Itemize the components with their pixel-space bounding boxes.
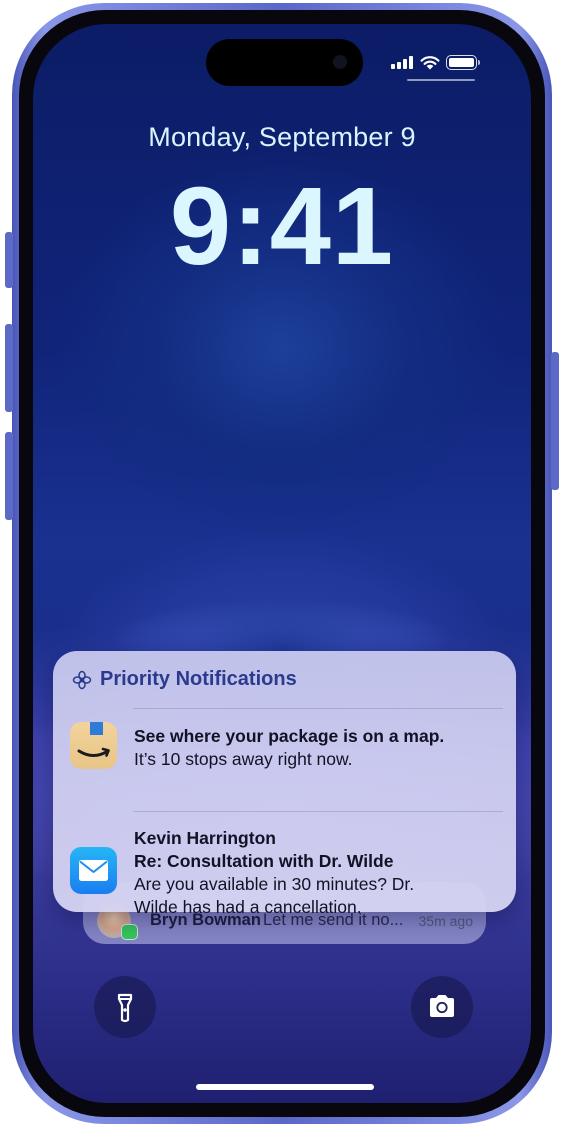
action-button [5, 232, 13, 288]
volume-up-button [5, 324, 13, 412]
battery-icon [446, 54, 480, 70]
side-power-button [551, 352, 559, 490]
flashlight-icon [117, 993, 133, 1023]
status-bar [391, 54, 480, 70]
sparkle-flower-icon [72, 670, 92, 689]
camera-icon [430, 995, 454, 1017]
lock-date: Monday, September 9 [148, 122, 416, 152]
amazon-app-icon [70, 722, 117, 769]
camera-button[interactable] [411, 976, 473, 1038]
priority-notifications-card[interactable]: Priority Notifications See where your pa… [53, 651, 516, 917]
flashlight-button[interactable] [94, 976, 156, 1038]
amazon-notification-title: See where your package is on a map. [134, 726, 445, 746]
mail-subject: Re: Consultation with Dr. Wilde [134, 851, 394, 871]
divider [133, 708, 503, 709]
mail-body-line-1: Are you available in 30 minutes? Dr. [134, 874, 415, 894]
home-indicator[interactable] [196, 1084, 374, 1090]
mail-sender: Kevin Harrington [134, 828, 276, 848]
priority-header: Priority Notifications [72, 668, 297, 691]
mail-notification[interactable]: Kevin Harrington Re: Consultation with D… [70, 827, 503, 927]
amazon-notification[interactable]: See where your package is on a map. It’s… [70, 719, 503, 803]
mail-body-line-2: Wilde has had a cancellation. [134, 897, 362, 917]
cellular-signal-icon [391, 55, 413, 69]
front-camera [333, 55, 347, 69]
volume-down-button [5, 432, 13, 520]
wifi-icon [420, 55, 440, 69]
mail-app-icon [70, 847, 117, 894]
divider [133, 811, 503, 812]
dynamic-island [206, 39, 363, 86]
priority-title: Priority Notifications [100, 668, 297, 690]
lock-time: 9:41 [169, 165, 395, 288]
status-indicator-line [407, 79, 475, 81]
lock-screen[interactable]: Monday, September 9 9:41 Bryn Bowman Let… [33, 24, 531, 1103]
amazon-notification-body: It’s 10 stops away right now. [134, 749, 353, 769]
